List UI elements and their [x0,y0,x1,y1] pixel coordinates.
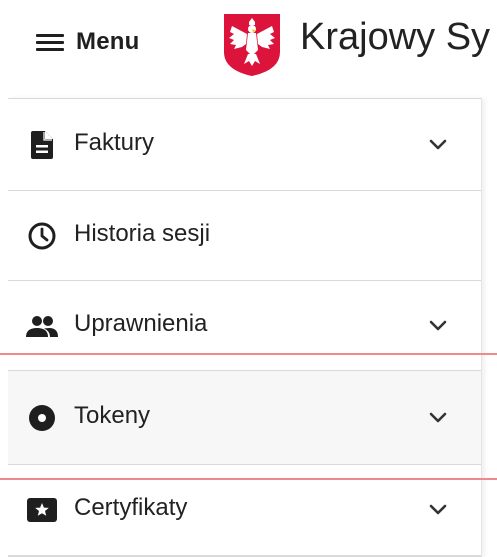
document-icon [24,127,60,163]
highlight-line-bottom [0,478,497,480]
certificate-icon [24,492,60,528]
sidebar-item-label: Certyfikaty [74,494,188,521]
sidebar-item-uprawnienia[interactable]: Uprawnienia [8,280,481,371]
chevron-down-icon[interactable] [426,133,450,157]
menu-bottom-divider [8,555,481,557]
people-icon [24,308,60,344]
polish-eagle-emblem-icon [222,12,282,78]
header: Menu Krajowy Sy [0,0,497,100]
sidebar-item-faktury[interactable]: Faktury [8,98,481,191]
sidebar-item-label: Historia sesji [74,220,211,247]
menu-label: Menu [76,28,140,55]
hamburger-icon [36,32,64,52]
sidebar-menu: Faktury Historia sesji Uprawnienia Token… [8,98,482,557]
app-title: Krajowy Sy [300,16,491,58]
highlight-line-top [0,353,497,355]
menu-button[interactable]: Menu [36,22,139,62]
clock-icon [24,218,60,254]
chevron-down-icon[interactable] [426,314,450,338]
disc-icon [24,400,60,436]
sidebar-item-tokeny[interactable]: Tokeny [8,370,481,465]
sidebar-item-label: Faktury [74,129,155,156]
sidebar-item-label: Uprawnienia [74,310,208,337]
page: Menu Krajowy Sy Faktury Historia sesji U… [0,0,497,557]
chevron-down-icon[interactable] [426,406,450,430]
sidebar-item-historia-sesji[interactable]: Historia sesji [8,190,481,281]
chevron-down-icon[interactable] [426,498,450,522]
sidebar-item-label: Tokeny [74,402,151,429]
